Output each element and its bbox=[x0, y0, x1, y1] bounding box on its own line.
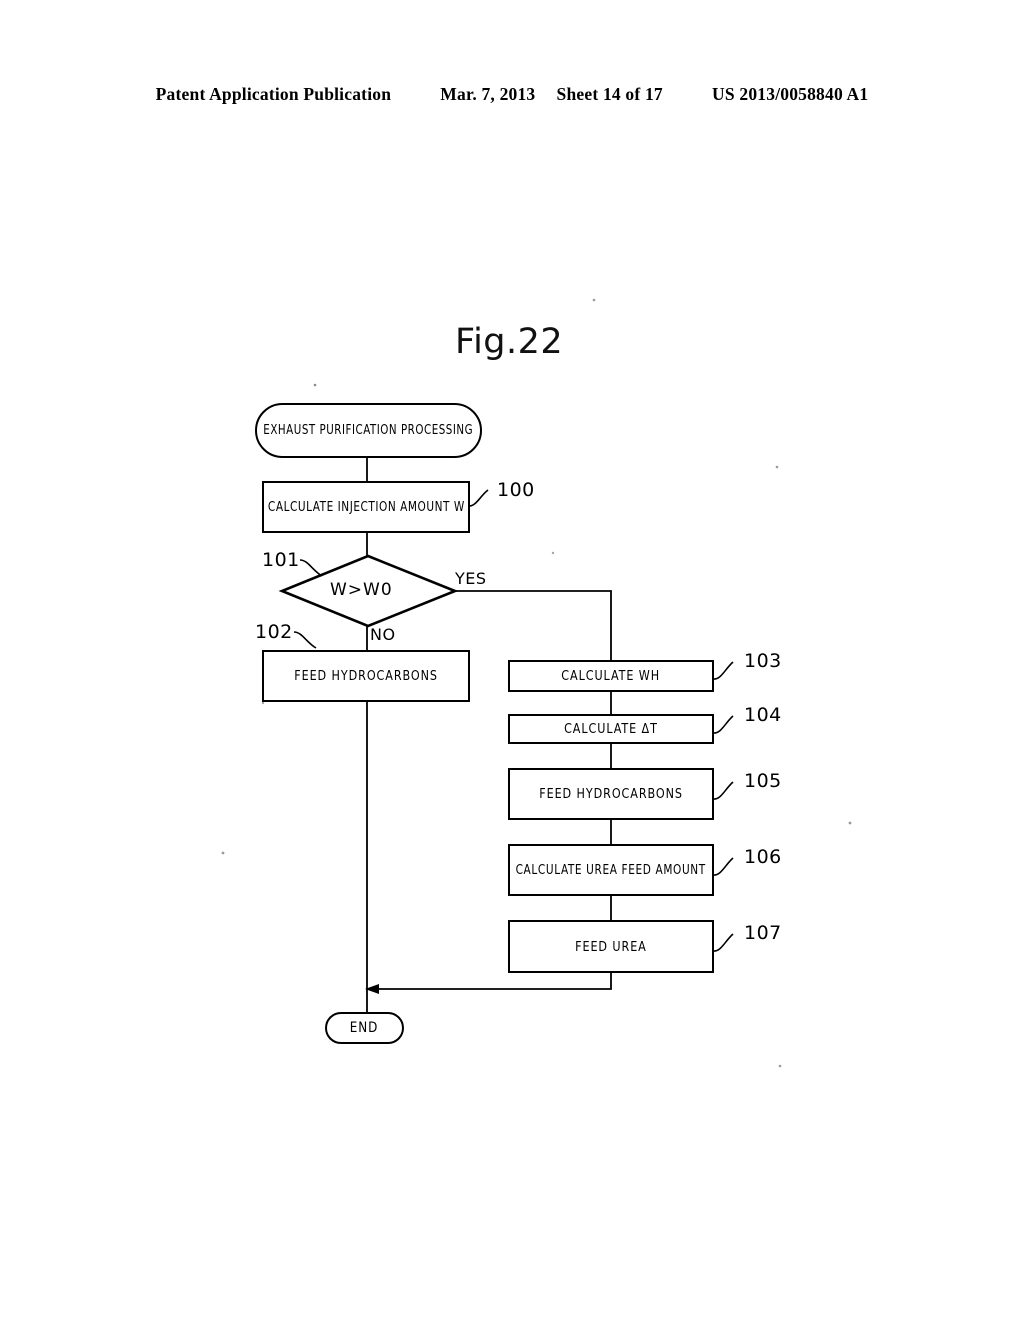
end-terminator-label: END bbox=[350, 1020, 379, 1036]
step-106-box[interactable]: CALCULATE UREA FEED AMOUNT bbox=[508, 844, 714, 896]
flowchart-diagram: EXHAUST PURIFICATION PROCESSING CALCULAT… bbox=[0, 0, 1024, 1320]
ref-numeral-107: 107 bbox=[744, 922, 782, 944]
branch-label-no: NO bbox=[370, 625, 396, 644]
leader-line-100 bbox=[467, 489, 489, 507]
ref-numeral-105: 105 bbox=[744, 770, 782, 792]
step-102-box[interactable]: FEED HYDROCARBONS bbox=[262, 650, 470, 702]
step-105-label: FEED HYDROCARBONS bbox=[539, 786, 683, 802]
ref-numeral-103: 103 bbox=[744, 650, 782, 672]
start-terminator-label: EXHAUST PURIFICATION PROCESSING bbox=[263, 423, 474, 438]
ref-numeral-106: 106 bbox=[744, 846, 782, 868]
step-104-box[interactable]: CALCULATE ΔT bbox=[508, 714, 714, 744]
step-100-box[interactable]: CALCULATE INJECTION AMOUNT W bbox=[262, 481, 470, 533]
step-104-label: CALCULATE ΔT bbox=[564, 721, 658, 737]
step-107-label: FEED UREA bbox=[575, 938, 647, 955]
step-102-label: FEED HYDROCARBONS bbox=[294, 668, 438, 684]
leader-line-103 bbox=[712, 661, 734, 680]
leader-line-105 bbox=[712, 781, 734, 800]
ref-numeral-100: 100 bbox=[497, 479, 535, 501]
leader-line-101 bbox=[299, 559, 323, 577]
step-103-label: CALCULATE WH bbox=[561, 668, 661, 684]
leader-line-104 bbox=[712, 715, 734, 734]
flowchart-end-terminator[interactable]: END bbox=[325, 1012, 404, 1044]
step-105-box[interactable]: FEED HYDROCARBONS bbox=[508, 768, 714, 820]
step-107-box[interactable]: FEED UREA bbox=[508, 920, 714, 973]
branch-label-yes: YES bbox=[455, 569, 487, 588]
ref-numeral-104: 104 bbox=[744, 704, 782, 726]
leader-line-102 bbox=[293, 631, 317, 649]
step-106-label: CALCULATE UREA FEED AMOUNT bbox=[515, 862, 707, 878]
decision-101-label: W>W0 bbox=[330, 580, 393, 600]
ref-numeral-102: 102 bbox=[255, 621, 293, 643]
leader-line-106 bbox=[712, 857, 734, 876]
flowchart-start-terminator[interactable]: EXHAUST PURIFICATION PROCESSING bbox=[255, 403, 482, 458]
step-100-label: CALCULATE INJECTION AMOUNT W bbox=[267, 499, 465, 515]
step-103-box[interactable]: CALCULATE WH bbox=[508, 660, 714, 692]
ref-numeral-101: 101 bbox=[262, 549, 300, 571]
leader-line-107 bbox=[712, 933, 734, 952]
